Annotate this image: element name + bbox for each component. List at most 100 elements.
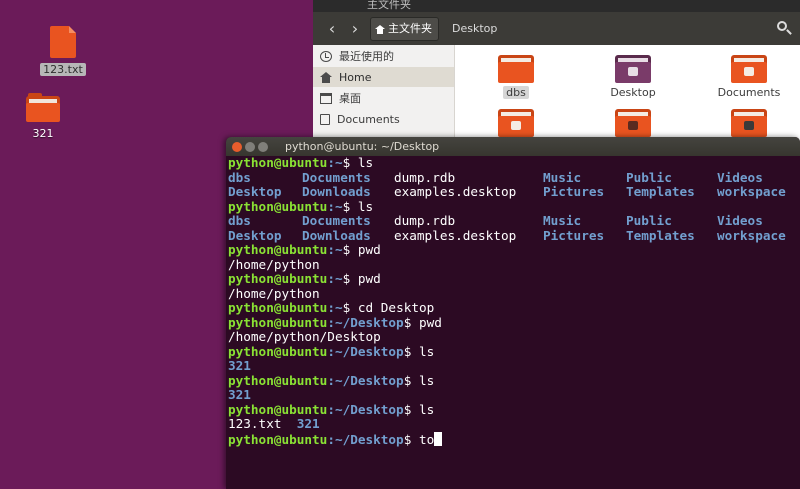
terminal-output-line: 123.txt 321 [228, 416, 800, 432]
clock-icon [320, 50, 332, 62]
desktop-file-123[interactable]: 123.txt [28, 26, 98, 77]
back-button[interactable]: ‹ [321, 18, 343, 40]
prompt-path: :~/Desktop [327, 314, 404, 330]
ls-entry: workspace [717, 184, 786, 199]
ls-entry: 123.txt [228, 416, 282, 431]
sidebar-item-label: 最近使用的 [339, 50, 394, 63]
command-text: $ pwd [342, 242, 381, 257]
file-item-pictures[interactable] [701, 109, 797, 137]
terminal-output[interactable]: python@ubuntu:~$ ls dbs Documents dump.r… [226, 155, 800, 447]
file-item-desktop[interactable]: Desktop [585, 55, 681, 99]
home-icon [320, 71, 332, 83]
terminal-line: python@ubuntu:~$ pwd [228, 242, 800, 258]
search-button[interactable] [774, 18, 796, 40]
prompt-user: python@ubuntu [228, 300, 328, 315]
file-item-documents[interactable]: Documents [701, 55, 797, 99]
terminal-line: python@ubuntu:~$ cd Desktop [228, 300, 800, 316]
file-item-label: Documents [717, 86, 781, 99]
prompt-path: :~ [327, 155, 343, 170]
prompt-user: python@ubuntu [228, 343, 328, 359]
terminal-output-line: 321 [228, 358, 251, 373]
ls-entry: Public [626, 213, 672, 228]
sidebar-item-recent[interactable]: 最近使用的 [313, 46, 454, 66]
ls-entry: Videos [717, 213, 763, 228]
sidebar-item-label: Documents [337, 112, 400, 126]
desktop-file-label: 123.txt [40, 63, 86, 76]
path-home-label: 主文件夹 [388, 22, 432, 35]
ls-entry: dbs [228, 213, 251, 228]
prompt-path: :~/Desktop [327, 401, 404, 417]
pictures-folder-icon [731, 109, 767, 137]
path-home-button[interactable]: 主文件夹 [370, 17, 439, 41]
prompt-user: python@ubuntu [228, 314, 328, 330]
prompt-path: :~/Desktop [327, 372, 404, 388]
ls-entry: Templates [626, 227, 695, 243]
terminal-output-line: 321 [228, 387, 251, 402]
ls-output-row: dbs Documents dump.rdb Music Public Vide… [228, 169, 800, 186]
terminal-output-line: /home/python/Desktop [228, 329, 381, 344]
prompt-path: :~ [327, 271, 343, 286]
ls-entry: Public [626, 169, 672, 185]
ls-entry: Documents [302, 169, 371, 185]
ls-entry: examples.desktop [394, 227, 517, 243]
text-cursor [434, 431, 443, 446]
prompt-path: :~ [327, 242, 343, 257]
command-input[interactable]: $ to [404, 432, 435, 447]
documents-folder-icon [731, 55, 767, 83]
close-icon[interactable] [232, 142, 242, 152]
sidebar-item-desktop[interactable]: 桌面 [313, 88, 454, 108]
file-item-label: dbs [503, 86, 529, 99]
prompt-path: :~/Desktop [327, 343, 404, 359]
sidebar-item-label: Home [339, 70, 372, 84]
desktop-folder-icon [615, 55, 651, 83]
ls-entry: Pictures [543, 227, 605, 243]
ls-entry: Desktop [228, 227, 282, 243]
desktop-icon [320, 92, 332, 104]
command-text: $ pwd [403, 314, 442, 330]
terminal-titlebar[interactable]: python@ubuntu: ~/Desktop [226, 137, 800, 156]
ls-entry: Templates [626, 184, 695, 199]
path-current-button[interactable]: Desktop [452, 17, 497, 41]
terminal-line: python@ubuntu:~$ ls [228, 155, 800, 171]
command-text: $ ls [403, 372, 435, 388]
terminal-line: python@ubuntu:~/Desktop$ ls [228, 372, 800, 389]
file-manager-title: 主文件夹 [313, 0, 800, 12]
prompt-user: python@ubuntu [228, 372, 328, 388]
prompt-user: python@ubuntu [228, 242, 328, 257]
home-icon [375, 24, 385, 34]
ls-entry: Videos [717, 169, 763, 185]
file-item-dbs[interactable]: dbs [468, 55, 564, 99]
terminal-title: python@ubuntu: ~/Desktop [285, 140, 440, 153]
file-item-music[interactable] [585, 109, 681, 137]
desktop-folder-321[interactable]: 321 [8, 93, 78, 141]
maximize-icon[interactable] [258, 142, 268, 152]
file-item-downloads[interactable] [468, 109, 564, 137]
terminal-window[interactable]: python@ubuntu: ~/Desktop python@ubuntu:~… [226, 137, 800, 489]
desktop-folder-label: 321 [32, 127, 54, 140]
downloads-folder-icon [498, 109, 534, 137]
command-text: $ cd Desktop [342, 300, 435, 315]
terminal-line: python@ubuntu:~$ ls [228, 198, 800, 215]
prompt-user: python@ubuntu [228, 271, 328, 286]
ls-output-row: Desktop Downloads examples.desktop Pictu… [228, 227, 800, 244]
file-manager-window: 主文件夹 ‹ › 主文件夹 Desktop 最近使用的 Home 桌面 Docu… [313, 0, 800, 145]
sidebar-item-documents[interactable]: Documents [313, 109, 454, 129]
terminal-line: python@ubuntu:~/Desktop$ ls [228, 343, 800, 360]
prompt-user: python@ubuntu [228, 401, 328, 417]
prompt-path: :~ [327, 300, 343, 315]
ls-entry: Documents [302, 213, 371, 228]
folder-icon [498, 55, 534, 83]
ls-entry: dbs [228, 169, 251, 185]
folder-icon [26, 93, 60, 122]
command-text: $ pwd [342, 271, 381, 286]
ls-entry: Desktop [228, 184, 282, 199]
forward-button[interactable]: › [344, 18, 366, 40]
ls-entry: dump.rdb [394, 213, 456, 228]
ls-entry: dump.rdb [394, 169, 456, 185]
command-text: $ ls [403, 401, 435, 417]
prompt-user: python@ubuntu [228, 155, 328, 170]
sidebar-item-home[interactable]: Home [313, 67, 454, 87]
minimize-icon[interactable] [245, 142, 255, 152]
command-text: $ ls [342, 198, 374, 214]
file-manager-content: dbs Desktop Documents [456, 45, 800, 145]
